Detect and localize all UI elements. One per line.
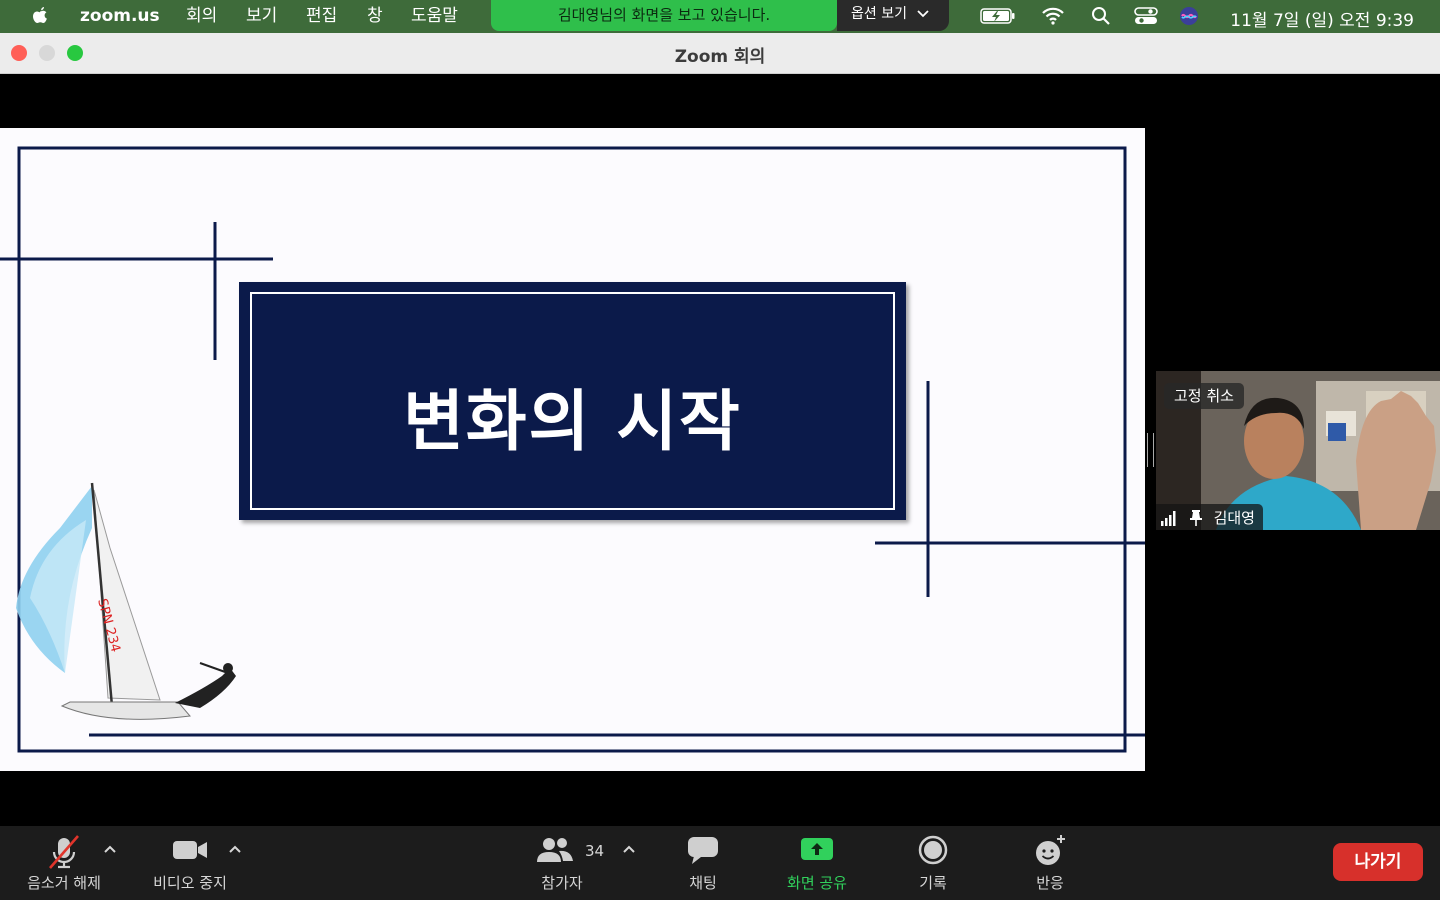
leave-meeting-button[interactable]: 나가기 bbox=[1333, 843, 1423, 881]
participant-video[interactable]: 고정 취소 김대영 bbox=[1156, 371, 1440, 530]
menu-app-name[interactable]: zoom.us bbox=[80, 6, 160, 26]
slide-title: 변화의 시작 bbox=[403, 383, 742, 460]
participant-name: 김대영 bbox=[1213, 508, 1255, 527]
meeting-toolbar: 음소거 해제 비디오 중지 참가자 34 채팅 화면 공유 기록 반응 나가기 bbox=[0, 826, 1440, 900]
reactions-button[interactable]: 반응 bbox=[1010, 826, 1090, 900]
sailboat-icon: SPN 234 bbox=[16, 482, 236, 720]
menu-view[interactable]: 보기 bbox=[246, 6, 277, 26]
slide-title-frame: 변화의 시작 bbox=[250, 292, 895, 510]
chat-bubble-icon bbox=[688, 837, 718, 864]
menu-edit[interactable]: 편집 bbox=[306, 6, 337, 26]
reactions-label: 반응 bbox=[1036, 874, 1064, 892]
search-icon[interactable] bbox=[1091, 6, 1111, 26]
unpin-button[interactable]: 고정 취소 bbox=[1164, 383, 1244, 409]
slide-title-box: 변화의 시작 bbox=[239, 282, 906, 520]
signal-strength-icon bbox=[1161, 510, 1176, 526]
share-screen-label: 화면 공유 bbox=[787, 874, 847, 892]
unmute-button[interactable]: 음소거 해제 bbox=[14, 826, 114, 900]
battery-icon[interactable] bbox=[980, 6, 1016, 26]
participants-button[interactable]: 참가자 bbox=[520, 826, 604, 900]
window-title-bar: Zoom 회의 bbox=[0, 33, 1440, 74]
menu-window[interactable]: 창 bbox=[367, 6, 383, 26]
video-camera-icon bbox=[173, 841, 207, 859]
stop-video-label: 비디오 중지 bbox=[153, 874, 227, 892]
participants-icon bbox=[537, 838, 574, 862]
record-button[interactable]: 기록 bbox=[893, 826, 973, 900]
muted-microphone-icon bbox=[49, 835, 79, 869]
view-options-button[interactable]: 옵션 보기 bbox=[837, 0, 949, 31]
share-screen-icon bbox=[801, 838, 833, 860]
chat-button[interactable]: 채팅 bbox=[663, 826, 743, 900]
record-label: 기록 bbox=[919, 874, 947, 892]
siri-icon[interactable] bbox=[1179, 6, 1199, 26]
chat-label: 채팅 bbox=[689, 874, 717, 892]
menu-bar: zoom.us 회의 보기 편집 창 도움말 김대영님의 화면을 보고 있습니다… bbox=[0, 0, 1440, 33]
add-reaction-icon bbox=[1036, 835, 1065, 865]
menu-help[interactable]: 도움말 bbox=[411, 6, 458, 26]
menu-meeting[interactable]: 회의 bbox=[186, 6, 217, 26]
apple-icon[interactable] bbox=[30, 5, 50, 27]
clock[interactable]: 11월 7일 (일) 오전 9:39 bbox=[1230, 6, 1414, 31]
participant-name-tag: 김대영 bbox=[1156, 504, 1263, 530]
wifi-icon[interactable] bbox=[1041, 6, 1065, 26]
share-screen-button[interactable]: 화면 공유 bbox=[770, 826, 864, 900]
participants-options-chevron-icon[interactable] bbox=[622, 844, 636, 854]
audio-options-chevron-icon[interactable] bbox=[103, 844, 117, 854]
shared-screen-slide: SPN 234 변화의 시작 bbox=[0, 128, 1145, 771]
stop-video-button[interactable]: 비디오 중지 bbox=[140, 826, 240, 900]
chevron-down-icon bbox=[917, 10, 929, 18]
record-icon bbox=[918, 835, 948, 865]
pin-icon bbox=[1189, 509, 1202, 526]
participants-label: 참가자 bbox=[541, 874, 583, 892]
video-options-chevron-icon[interactable] bbox=[228, 844, 242, 854]
participants-count: 34 bbox=[585, 842, 605, 860]
unmute-label: 음소거 해제 bbox=[27, 874, 101, 892]
window-title: Zoom 회의 bbox=[674, 47, 766, 67]
view-options-label: 옵션 보기 bbox=[851, 6, 907, 22]
screen-share-banner: 김대영님의 화면을 보고 있습니다. bbox=[491, 0, 837, 31]
control-center-icon[interactable] bbox=[1134, 6, 1158, 26]
split-view-drag-handle[interactable] bbox=[1147, 433, 1154, 467]
